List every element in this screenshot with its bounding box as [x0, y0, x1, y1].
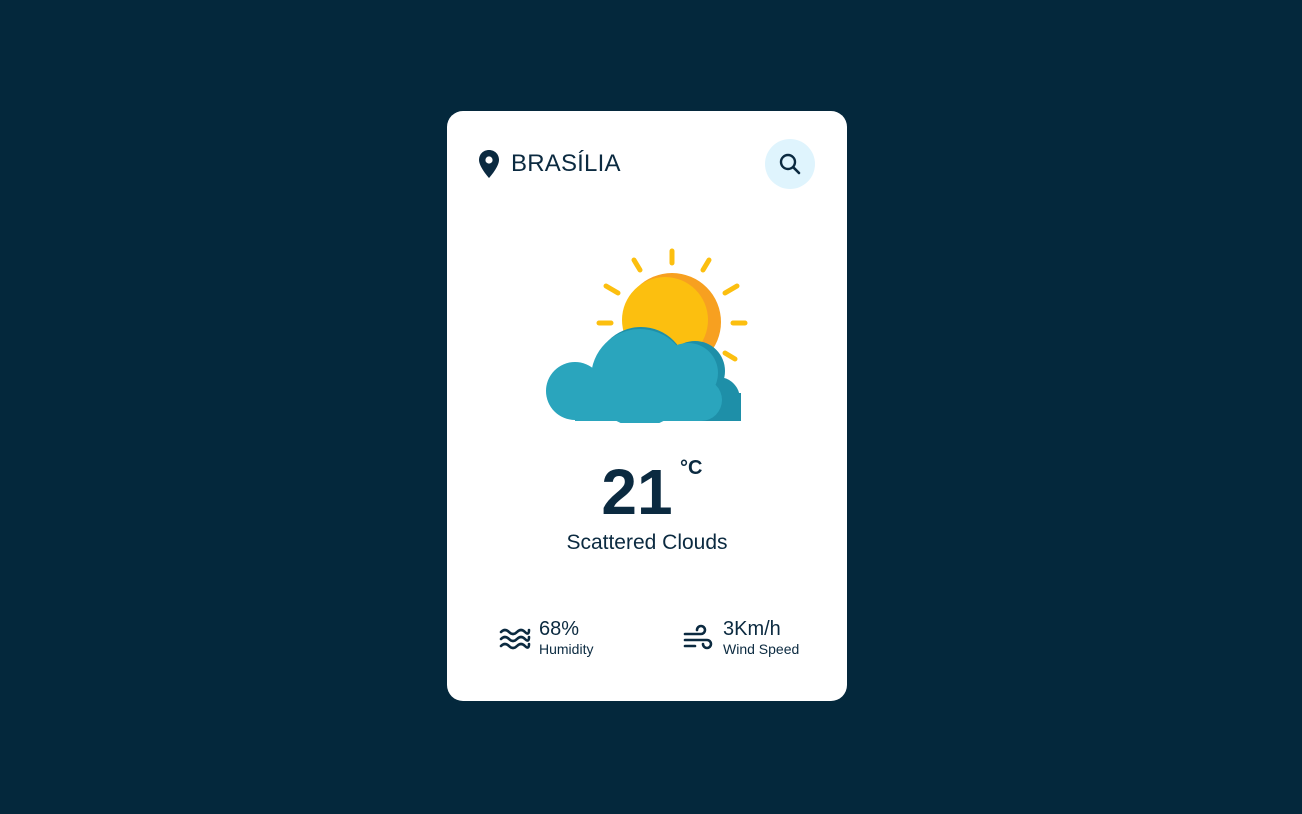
weather-card: BRASÍLIA 21 °C Scattered Clouds 68% Humi…: [447, 111, 847, 701]
humidity-text: 68% Humidity: [539, 618, 593, 658]
humidity-value: 68%: [539, 618, 580, 640]
temperature-value: 21: [601, 456, 673, 528]
card-header: BRASÍLIA: [477, 139, 815, 189]
wind-icon: [683, 624, 715, 652]
search-icon: [778, 152, 802, 176]
city-name: BRASÍLIA: [511, 150, 621, 177]
temperature-unit: °C: [680, 457, 703, 479]
location: BRASÍLIA: [477, 149, 621, 179]
humidity-label: Humidity: [539, 641, 594, 657]
humidity-stat: 68% Humidity: [499, 618, 593, 658]
search-button[interactable]: [765, 139, 815, 189]
temperature-block: 21: [447, 457, 847, 527]
sun-behind-cloud-icon: [543, 243, 753, 427]
humidity-waves-icon: [499, 624, 531, 652]
location-pin-icon: [477, 149, 501, 179]
wind-value: 3Km/h: [723, 618, 781, 640]
weather-description: Scattered Clouds: [566, 531, 728, 554]
wind-stat: 3Km/h Wind Speed: [683, 618, 799, 658]
wind-label: Wind Speed: [723, 641, 800, 657]
wind-text: 3Km/h Wind Speed: [723, 618, 799, 658]
